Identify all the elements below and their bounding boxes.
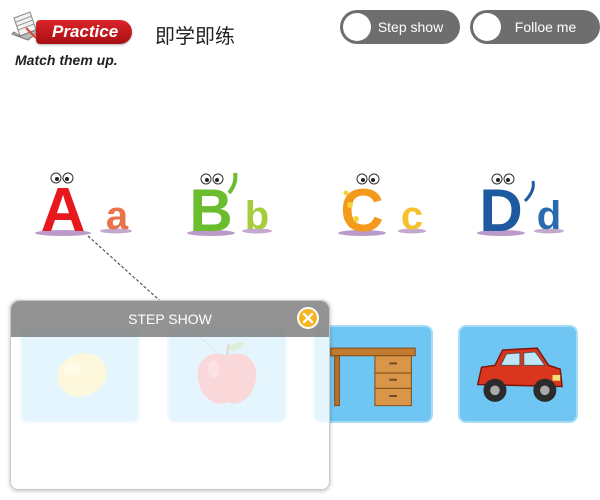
popup-header: STEP SHOW xyxy=(11,301,329,337)
letter-b-item[interactable]: B b xyxy=(185,165,285,240)
popup-close-button[interactable] xyxy=(297,307,319,329)
instruction-text: Match them up. xyxy=(15,52,118,68)
practice-badge: Practice xyxy=(36,20,132,44)
letter-d-upper: D xyxy=(479,177,522,240)
toggle-knob xyxy=(343,13,371,41)
letter-c-upper: C xyxy=(340,177,383,240)
popup-title: STEP SHOW xyxy=(128,311,212,327)
letter-d-lower: d xyxy=(537,194,561,238)
car-icon xyxy=(476,347,563,402)
follow-me-toggle[interactable]: Folloe me xyxy=(470,10,600,44)
letter-d-item[interactable]: D d xyxy=(475,165,575,240)
letter-a-item[interactable]: A a xyxy=(28,165,138,240)
step-show-popup: STEP SHOW xyxy=(10,300,330,490)
letter-c-lower: c xyxy=(401,194,423,238)
letter-b-lower: b xyxy=(245,194,269,238)
step-show-label: Step show xyxy=(377,19,444,35)
letter-a-lower: a xyxy=(106,194,129,238)
chinese-title: 即学即练 xyxy=(155,24,235,48)
letter-a-upper: A xyxy=(41,176,86,240)
step-show-toggle[interactable]: Step show xyxy=(340,10,460,44)
card-desk[interactable] xyxy=(313,325,433,423)
card-car[interactable] xyxy=(458,325,578,423)
letter-b-upper: B xyxy=(189,177,232,240)
close-icon xyxy=(302,312,314,324)
letter-c-item[interactable]: C c xyxy=(330,165,430,240)
toggle-knob xyxy=(473,13,501,41)
desk-icon xyxy=(330,347,416,407)
follow-me-label: Folloe me xyxy=(514,19,577,35)
